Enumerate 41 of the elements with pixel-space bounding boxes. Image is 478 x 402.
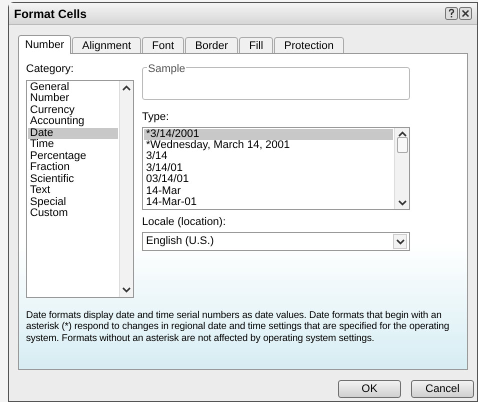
scrollbar[interactable]	[394, 128, 409, 208]
tab[interactable]: Font	[142, 37, 184, 53]
type-list[interactable]: *3/14/2001 *Wednesday, March 14, 2001 3/14 3/14/01 03/14/01 14-Mar 14-Mar-01	[142, 126, 410, 210]
sample-label: Sample	[147, 61, 186, 78]
type-item[interactable]: 14-Mar	[144, 186, 393, 197]
category-label: Category:	[26, 62, 75, 77]
dialog-button[interactable]: Cancel	[411, 380, 474, 398]
tab[interactable]: Number	[18, 35, 72, 54]
type-item[interactable]: 03/14/01	[144, 174, 393, 186]
tab[interactable]: Alignment	[72, 37, 142, 53]
dialog-button[interactable]: OK	[338, 380, 401, 398]
locale-dropdown[interactable]: English (U.S.)	[142, 232, 410, 251]
close-icon[interactable]	[459, 7, 472, 20]
locale-label: Locale (location):	[142, 214, 227, 230]
type-item[interactable]: 14-Mar-01	[144, 196, 393, 208]
category-item[interactable]: Time	[28, 139, 118, 150]
scrollbar[interactable]	[119, 80, 133, 296]
category-item[interactable]: Fraction	[28, 162, 118, 174]
tab[interactable]: Protection	[274, 37, 344, 53]
scroll-thumb[interactable]	[396, 136, 408, 152]
type-item[interactable]: 3/14	[144, 151, 393, 163]
tab[interactable]: Border	[185, 37, 238, 53]
category-item[interactable]: Special	[28, 196, 118, 208]
category-item[interactable]: General	[28, 82, 118, 93]
category-item[interactable]: Custom	[28, 208, 118, 220]
tab[interactable]: Fill	[239, 37, 274, 53]
category-item[interactable]: Date	[28, 128, 118, 139]
category-item[interactable]: Scientific	[28, 174, 118, 185]
type-label: Type:	[142, 110, 170, 125]
category-item[interactable]: Number	[28, 93, 118, 104]
category-item[interactable]: Text	[28, 185, 118, 196]
category-item[interactable]: Currency	[28, 104, 118, 116]
type-item[interactable]: *Wednesday, March 14, 2001	[144, 140, 393, 152]
description-text: Date formats display date and time serial numbers as date values. Date formats that begin with an asterisk (*) respond to changes in regional date and time settings that are specified for the operating system. Formats without an asterisk are not affected by operating system settings.	[26, 310, 450, 344]
window-title: Format Cells	[14, 6, 87, 22]
type-item[interactable]: *3/14/2001	[144, 128, 393, 140]
type-item[interactable]: 3/14/01	[144, 162, 393, 174]
help-icon[interactable]	[445, 7, 458, 20]
category-item[interactable]: Percentage	[28, 150, 118, 162]
category-item[interactable]: Accounting	[28, 116, 118, 128]
category-list[interactable]: General Number Currency Accounting Date Time Percentage Fraction Scientific Text Special Custom	[26, 80, 134, 298]
